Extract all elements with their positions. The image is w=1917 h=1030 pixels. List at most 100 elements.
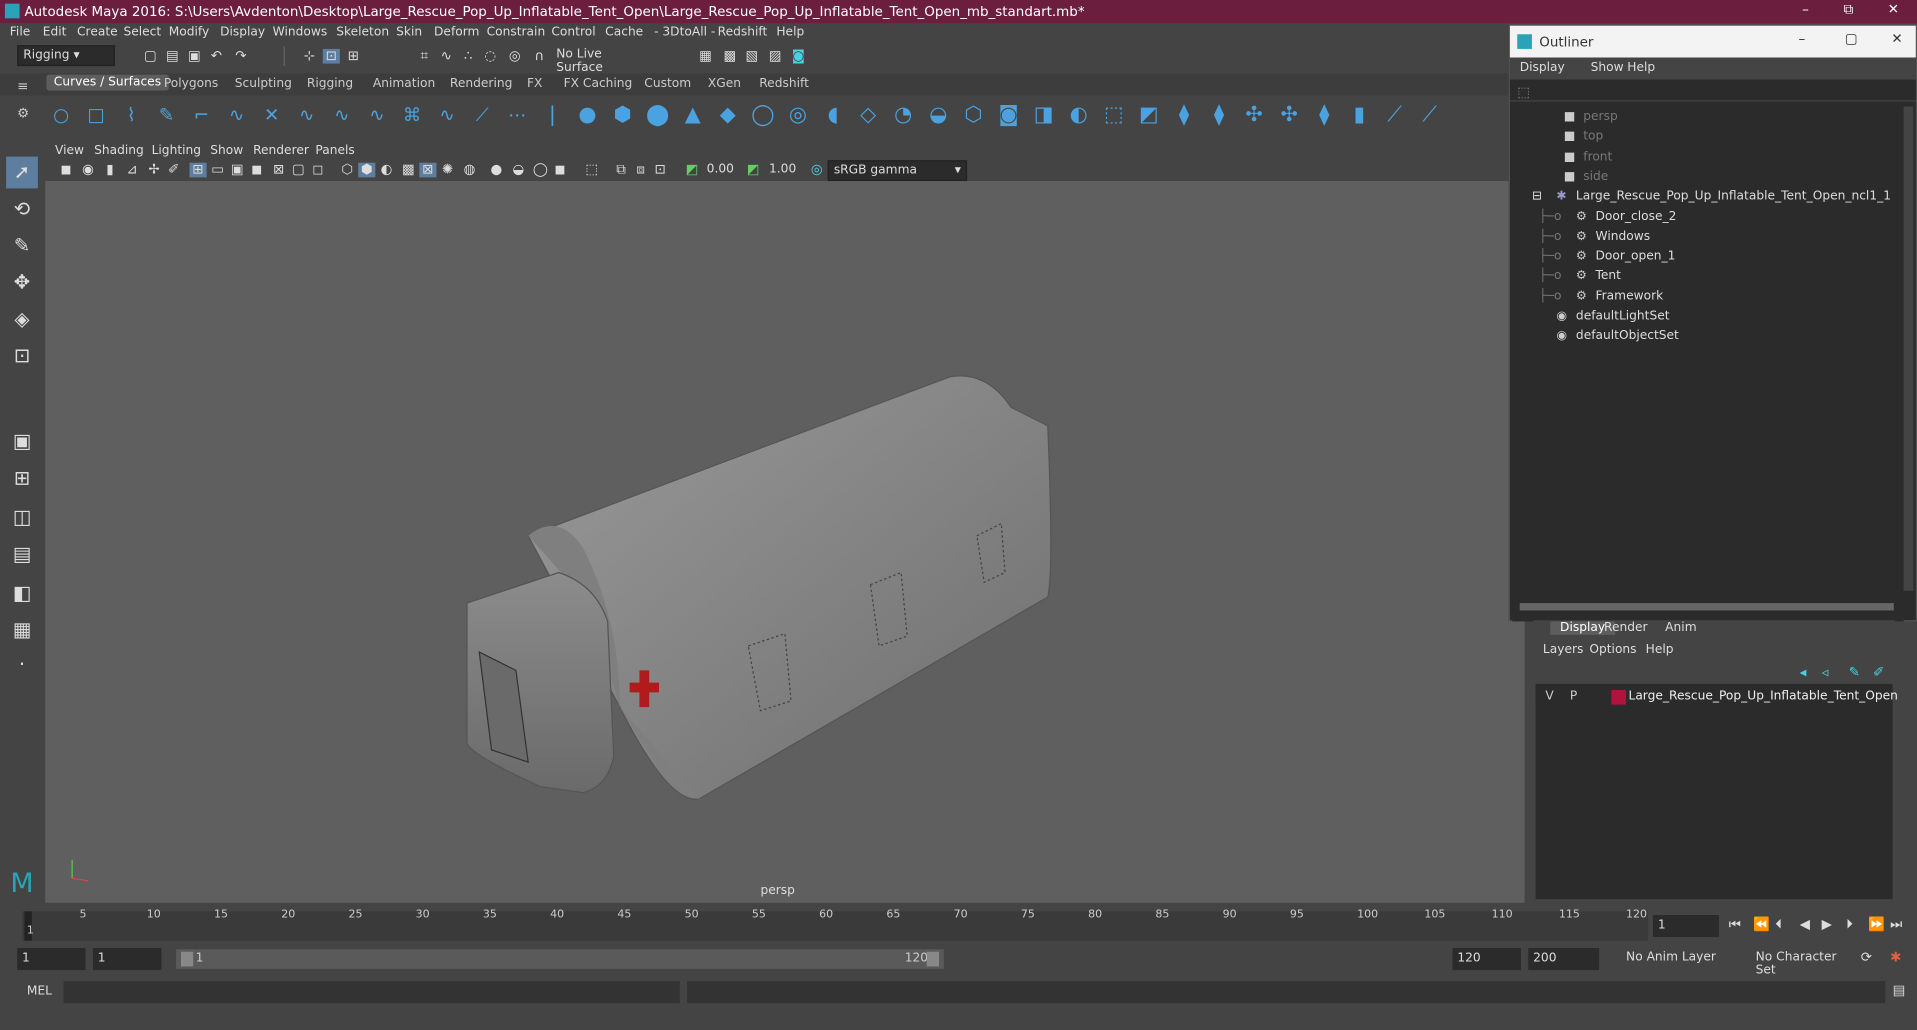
outliner-item[interactable]: Door_close_2: [1595, 210, 1676, 223]
field-chart-icon[interactable]: ⊠: [270, 162, 287, 178]
select-tool-icon[interactable]: ➚: [6, 156, 38, 189]
snap-point-icon[interactable]: ∴: [460, 48, 477, 64]
menu-13[interactable]: - 3DtoAll -: [654, 26, 715, 39]
maximize-button[interactable]: ⧉: [1844, 1, 1854, 18]
live-surface-field[interactable]: No Live Surface: [551, 45, 657, 78]
current-frame-field[interactable]: 1: [1652, 915, 1719, 938]
menu-9[interactable]: Deform: [434, 26, 479, 39]
bookmark-icon[interactable]: ▮: [101, 162, 118, 178]
outliner-item[interactable]: persp: [1583, 110, 1617, 123]
outliner-item[interactable]: side: [1583, 170, 1608, 183]
time-slider[interactable]: 1 1 ⏮ ⏪ ⏴ ◀ ▶ ⏵ ⏩ ⏭ 5 10 15 20 25 30 35 40 45 50 5…: [0, 905, 1917, 942]
shelf-tool-35-icon[interactable]: ✣: [1277, 103, 1301, 127]
ipr-render-icon[interactable]: ▧: [743, 48, 760, 64]
shelf-tab-9[interactable]: XGen: [708, 77, 741, 90]
outliner-item[interactable]: Framework: [1595, 290, 1663, 303]
shelf-tool-17-icon[interactable]: ⬤: [645, 103, 669, 127]
select-object-icon[interactable]: ⊡: [322, 48, 340, 64]
shelf-tool-20-icon[interactable]: ◯: [751, 103, 775, 127]
redo-icon[interactable]: ↷: [232, 48, 249, 64]
rotate-tool-icon[interactable]: ◈: [6, 303, 38, 335]
range-bar[interactable]: 1 120: [176, 949, 944, 969]
mel-input[interactable]: [63, 981, 680, 1004]
step-forward-icon[interactable]: ⏵: [1846, 916, 1853, 933]
shelf-tab-3[interactable]: Rigging: [307, 77, 353, 90]
shelf-tool-24-icon[interactable]: ◔: [891, 103, 915, 127]
shelf-tool-8-icon[interactable]: ∿: [330, 103, 354, 127]
color-space-dropdown[interactable]: sRGB gamma ▾: [827, 160, 968, 182]
shelf-tool-31-icon[interactable]: ◩: [1137, 103, 1161, 127]
shelf-tool-18-icon[interactable]: ▲: [680, 103, 704, 127]
layer-menu-2[interactable]: Help: [1646, 643, 1674, 656]
safe-action-icon[interactable]: ▢: [290, 162, 307, 178]
image-plane-icon[interactable]: ⊿: [123, 162, 140, 178]
shelf-tool-0-icon[interactable]: ○: [49, 103, 73, 127]
shelf-tool-9-icon[interactable]: ∿: [365, 103, 389, 127]
save-scene-icon[interactable]: ▣: [186, 48, 203, 64]
shelf-tool-14-icon[interactable]: |: [540, 103, 564, 127]
outliner-menu-0[interactable]: Display: [1520, 61, 1565, 74]
menu-12[interactable]: Cache: [605, 26, 643, 39]
menu-6[interactable]: Windows: [273, 26, 328, 39]
goto-end-icon[interactable]: ⏭: [1890, 916, 1902, 933]
outliner-search[interactable]: ⬚: [1509, 81, 1916, 102]
script-editor-icon[interactable]: ▤: [1893, 982, 1906, 998]
minimize-button[interactable]: –: [1802, 1, 1809, 17]
shelf-tool-34-icon[interactable]: ✣: [1242, 103, 1266, 127]
new-scene-icon[interactable]: ▢: [142, 48, 159, 64]
new-layer-selected-icon[interactable]: ✐: [1873, 664, 1884, 680]
shelf-tool-3-icon[interactable]: ✎: [154, 103, 178, 127]
layer-name[interactable]: Large_Rescue_Pop_Up_Inflatable_Tent_Open: [1629, 690, 1898, 703]
xray-joints-icon[interactable]: ⧉: [613, 162, 630, 178]
move-tool-icon[interactable]: ✥: [6, 267, 38, 299]
layer-menu-1[interactable]: Options: [1589, 643, 1636, 656]
shelf-tool-1-icon[interactable]: □: [84, 103, 108, 127]
exposure-icon[interactable]: ◩: [683, 162, 700, 178]
aa-icon[interactable]: ◯: [532, 162, 549, 178]
filter-icon[interactable]: ⬚: [1517, 84, 1530, 100]
shelf-tool-6-icon[interactable]: ✕: [259, 103, 283, 127]
maximize-button[interactable]: ▢: [1845, 31, 1858, 47]
layout-more-icon[interactable]: ·: [6, 648, 38, 680]
outliner-item[interactable]: Large_Rescue_Pop_Up_Inflatable_Tent_Open…: [1576, 190, 1891, 203]
new-layer-icon[interactable]: ✎: [1849, 664, 1860, 680]
outliner-hscroll[interactable]: [1519, 603, 1894, 611]
shelf-tab-10[interactable]: Redshift: [759, 77, 809, 90]
shelf-tool-10-icon[interactable]: ⌘: [400, 103, 424, 127]
render-frame-icon[interactable]: ▩: [721, 48, 738, 64]
snap-surface-icon[interactable]: ◎: [506, 48, 523, 64]
grease-pencil-icon[interactable]: ✐: [165, 162, 182, 178]
paint-select-icon[interactable]: ✎: [6, 230, 38, 262]
time-slider-track[interactable]: [22, 911, 1649, 941]
select-component-icon[interactable]: ⊞: [345, 48, 362, 64]
layer-row[interactable]: V P Large_Rescue_Pop_Up_Inflatable_Tent_…: [1535, 686, 1898, 709]
shelf-tool-39-icon[interactable]: ⟋: [1417, 103, 1441, 127]
undo-icon[interactable]: ↶: [208, 48, 225, 64]
menu-2[interactable]: Create: [77, 26, 118, 39]
outliner-item[interactable]: Tent: [1595, 270, 1620, 283]
shelf-tab-2[interactable]: Sculpting: [235, 77, 292, 90]
dof-icon[interactable]: ◼: [551, 162, 568, 178]
gate-mask-icon[interactable]: ◼: [248, 162, 265, 178]
shelf-settings-icon[interactable]: ⚙: [17, 105, 29, 121]
shelf-tool-38-icon[interactable]: ⟋: [1382, 103, 1406, 127]
layer-tab-2[interactable]: Anim: [1665, 621, 1696, 634]
outliner-menu-2[interactable]: Help: [1627, 61, 1655, 74]
layer-visibility[interactable]: V: [1545, 690, 1553, 703]
layer-menu-0[interactable]: Layers: [1543, 643, 1583, 656]
gamma-value[interactable]: 1.00: [769, 163, 796, 176]
panel-menu-5[interactable]: Panels: [315, 144, 354, 157]
range-start-handle[interactable]: [180, 951, 194, 967]
frame-all-icon[interactable]: ⊡: [652, 162, 669, 178]
shelf-tab-5[interactable]: Rendering: [450, 77, 512, 90]
snap-grid-icon[interactable]: ⌗: [416, 48, 433, 64]
layout-outliner-icon[interactable]: ▤: [6, 538, 38, 570]
layer-tab-1[interactable]: Render: [1604, 621, 1648, 634]
wireframe-icon[interactable]: ⬡: [339, 162, 356, 178]
shadows-icon[interactable]: ◍: [461, 162, 478, 178]
viewport-3d[interactable]: persp: [45, 181, 1525, 903]
panel-menu-1[interactable]: Shading: [94, 144, 144, 157]
shelf-tool-16-icon[interactable]: ⬢: [610, 103, 634, 127]
menu-11[interactable]: Control: [551, 26, 595, 39]
smooth-shade-icon[interactable]: ⬢: [358, 162, 376, 178]
